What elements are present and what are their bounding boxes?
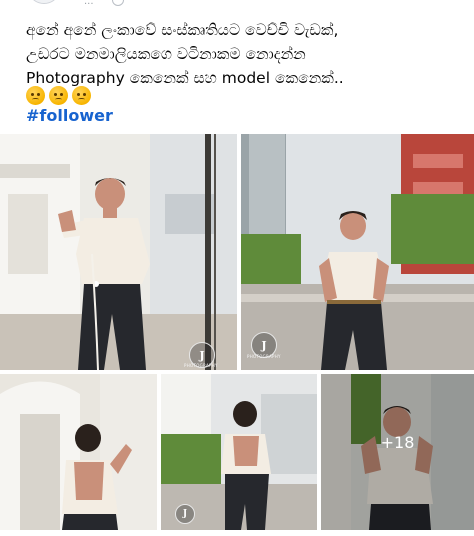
post-photo-1[interactable]: J PHOTOGRAPHY bbox=[0, 134, 237, 370]
watermark-caption: PHOTOGRAPHY bbox=[184, 363, 218, 368]
photographer-watermark-logo: J bbox=[175, 504, 195, 524]
post-photo-3[interactable] bbox=[0, 374, 157, 530]
post-photo-2[interactable]: J PHOTOGRAPHY bbox=[241, 134, 474, 370]
post-text-line: Photography කෙනෙක් සහ model කෙනෙක්.. bbox=[26, 69, 344, 87]
photo-2-image bbox=[241, 134, 474, 370]
post-text: අනේ අනේ ලංකාවේ සංස්කෘතියට වෙච්චි වැඩක්, … bbox=[26, 18, 466, 90]
post-text-line: උඩරට මනමාලියකගෙ වටිනාකම නොදන්න bbox=[26, 45, 306, 63]
hashtag-link[interactable]: #follower bbox=[26, 106, 113, 125]
watermark-caption: PHOTOGRAPHY bbox=[247, 354, 281, 359]
photo-1-image bbox=[0, 134, 237, 370]
more-photos-count: +18 bbox=[380, 432, 415, 452]
watermark-letter: J bbox=[182, 509, 188, 519]
sad-face-icon bbox=[72, 86, 91, 105]
post-photo-5[interactable]: +18 bbox=[321, 374, 474, 530]
post-text-line: අනේ අනේ ලංකාවේ සංස්කෘතියට වෙච්චි වැඩක්, bbox=[26, 21, 339, 39]
post-photo-4[interactable]: J bbox=[161, 374, 317, 530]
globe-icon bbox=[112, 0, 124, 6]
post-header: ... bbox=[0, 0, 474, 12]
photo-3-image bbox=[0, 374, 157, 530]
post-timestamp[interactable]: ... bbox=[84, 0, 94, 7]
sad-face-icon bbox=[49, 86, 68, 105]
watermark-letter: J bbox=[199, 348, 205, 362]
sad-face-icon bbox=[26, 86, 45, 105]
watermark-letter: J bbox=[261, 338, 267, 352]
emoji-row bbox=[26, 86, 91, 105]
avatar[interactable] bbox=[30, 0, 58, 4]
more-photos-overlay[interactable]: +18 bbox=[321, 374, 474, 530]
